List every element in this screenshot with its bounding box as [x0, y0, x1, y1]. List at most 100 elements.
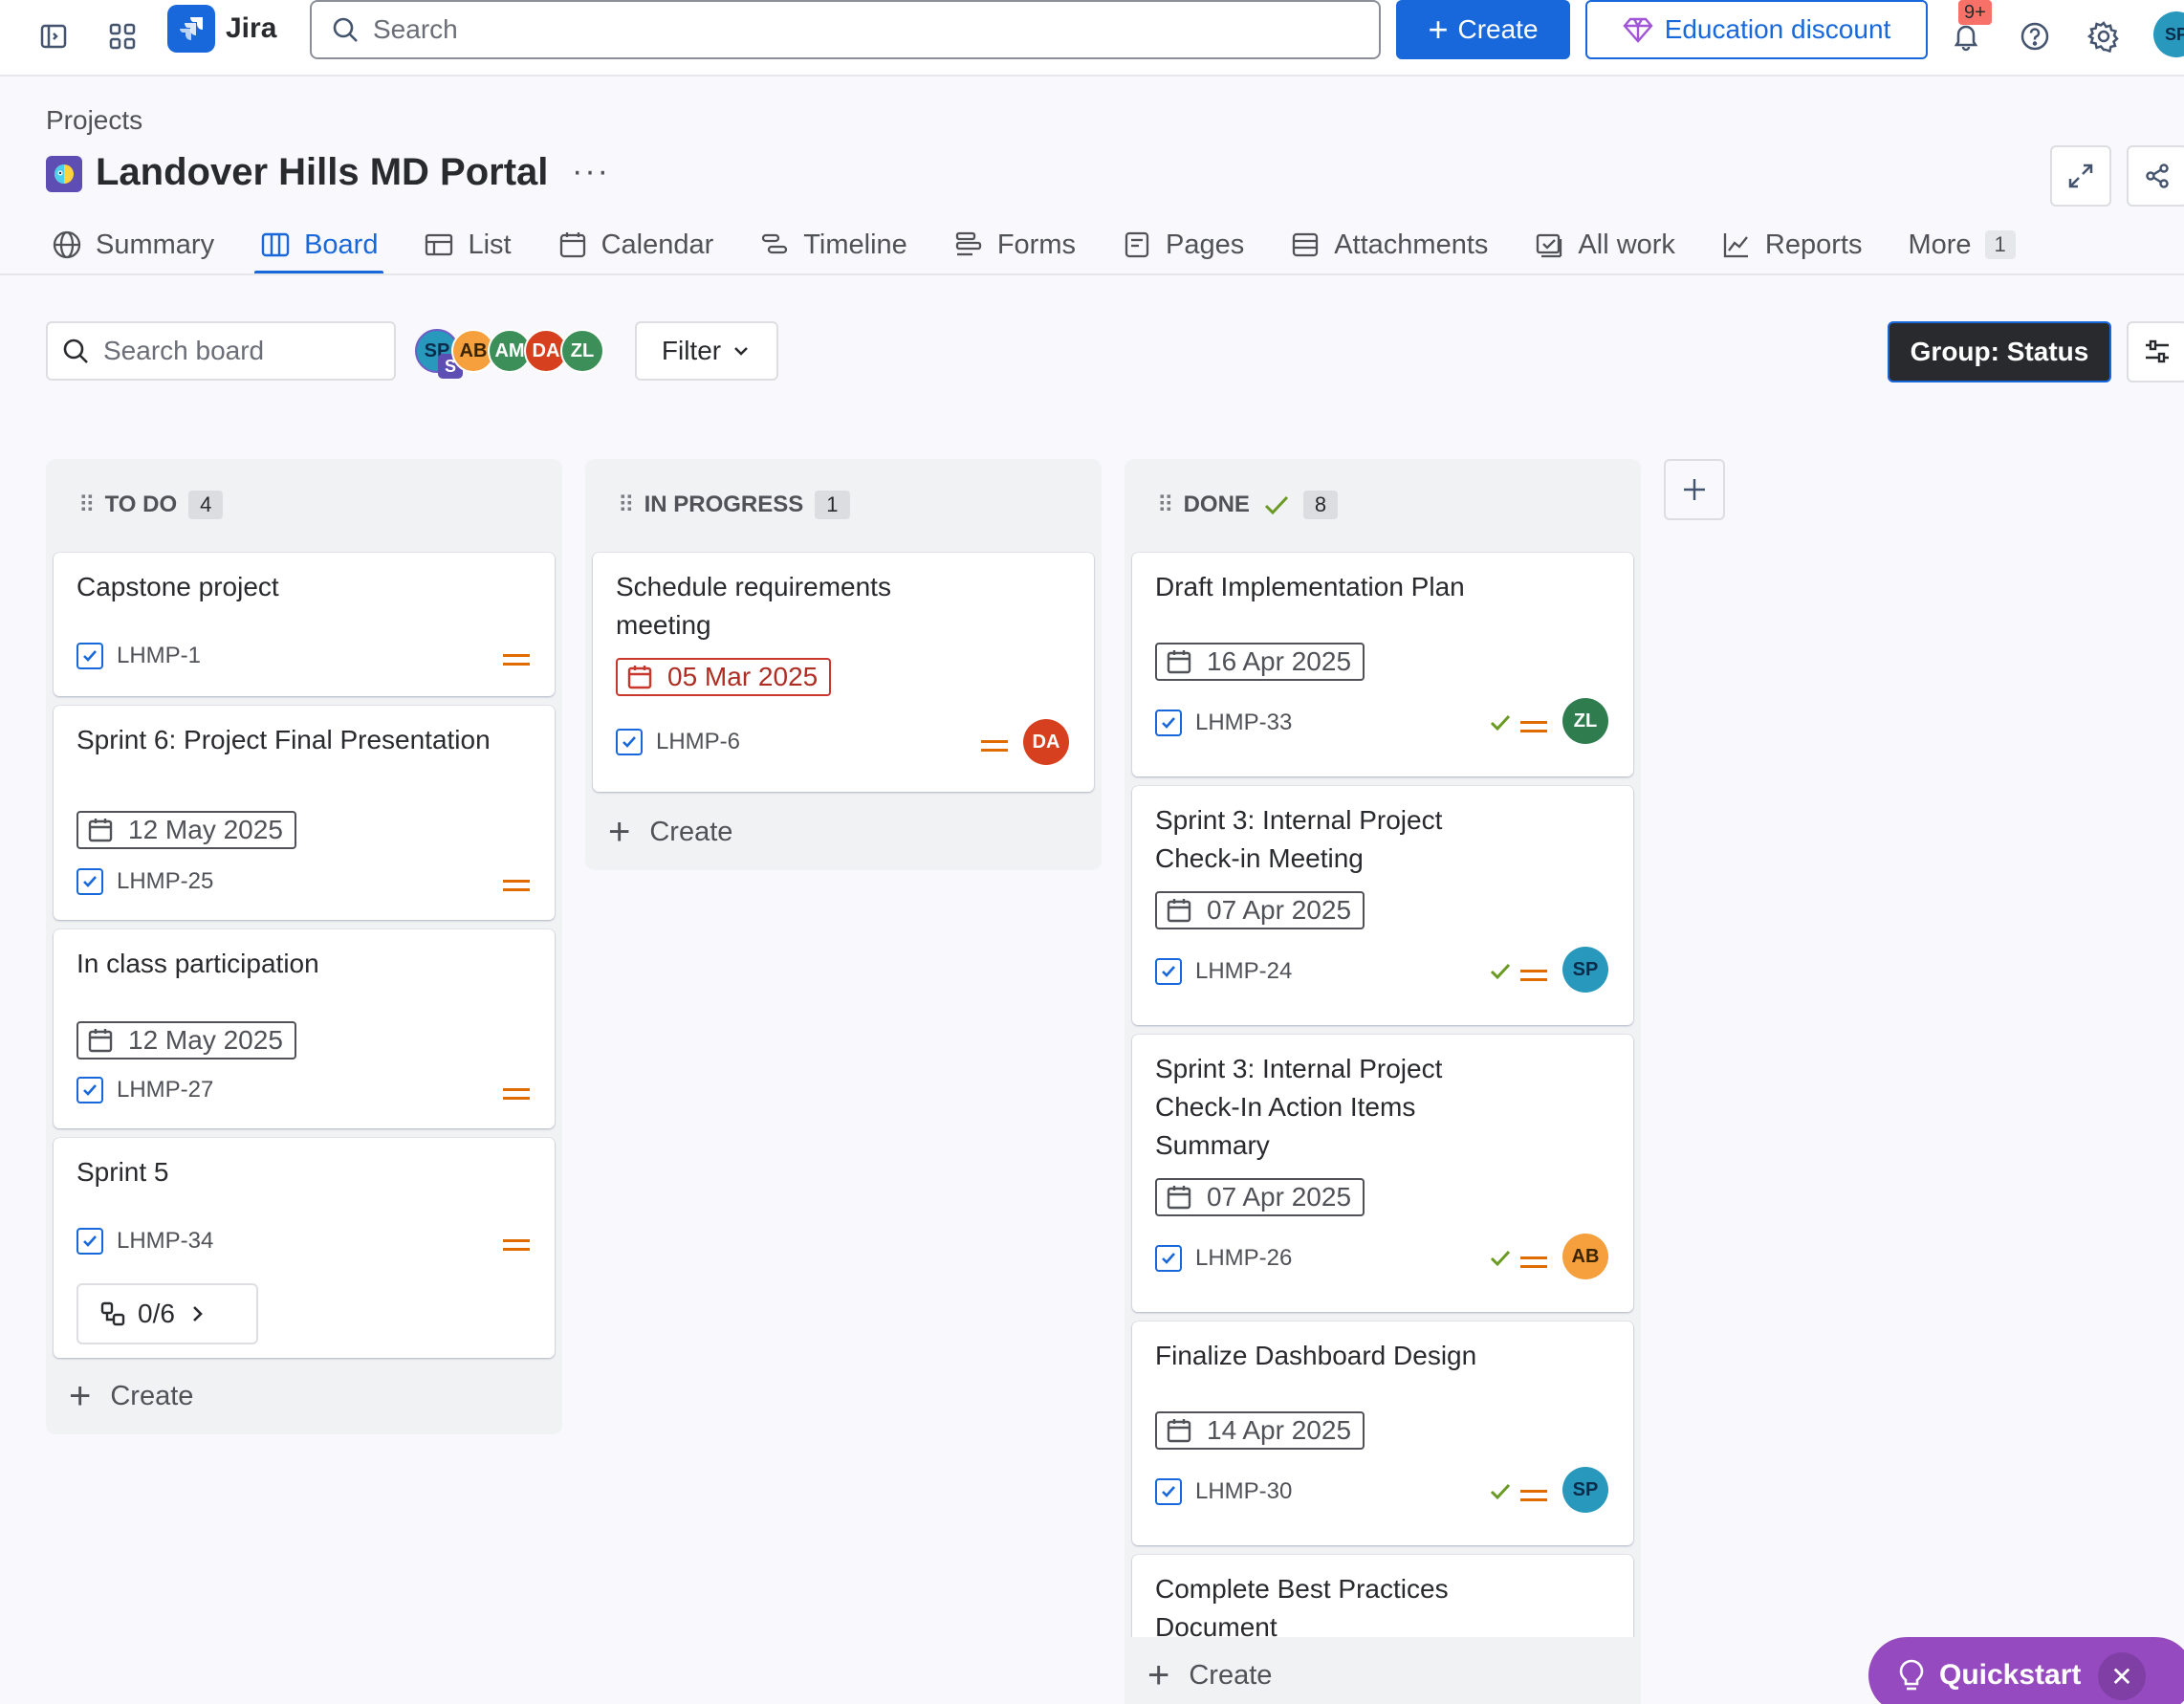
issue-card[interactable]: Capstone project LHMP-1: [54, 553, 555, 696]
filter-label: Filter: [661, 336, 722, 365]
calendar-icon: [1167, 1419, 1191, 1443]
create-label: Create: [649, 816, 733, 847]
quickstart-close-icon[interactable]: ✕: [2098, 1652, 2146, 1700]
tab-all-work[interactable]: All work: [1528, 218, 1681, 272]
attachments-icon: [1293, 232, 1319, 257]
help-icon[interactable]: [2012, 13, 2058, 59]
due-date-badge[interactable]: 12 May 2025: [76, 811, 296, 849]
card-key[interactable]: LHMP-33: [1155, 710, 1292, 736]
issue-card[interactable]: Schedule requirements meeting 05 Mar 202…: [593, 553, 1094, 792]
drag-handle-icon[interactable]: ⠿: [1157, 492, 1174, 519]
board-search-input[interactable]: Search board: [46, 321, 396, 381]
resolved-check-icon: [1490, 1483, 1511, 1500]
card-key[interactable]: LHMP-6: [616, 729, 740, 755]
tab-label: All work: [1578, 229, 1675, 260]
avatar-initials: DA: [532, 339, 560, 361]
tab-calendar[interactable]: Calendar: [552, 218, 720, 272]
card-title: Schedule requirements meeting: [616, 572, 891, 640]
assignee-avatar[interactable]: ZL: [1562, 698, 1608, 744]
create-issue-button[interactable]: + Create: [1147, 1656, 1272, 1694]
due-date-badge[interactable]: 16 Apr 2025: [1155, 643, 1365, 681]
due-date-badge[interactable]: 07 Apr 2025: [1155, 891, 1365, 929]
list-icon: [426, 233, 453, 256]
card-key[interactable]: LHMP-1: [76, 643, 201, 669]
tab-pages[interactable]: Pages: [1116, 218, 1250, 272]
view-settings-button[interactable]: [2127, 321, 2184, 382]
tab-summary[interactable]: Summary: [46, 218, 220, 272]
issue-card[interactable]: Draft Implementation Plan 16 Apr 2025 LH…: [1132, 553, 1633, 776]
create-issue-button[interactable]: + Create: [608, 813, 732, 851]
card-key[interactable]: LHMP-27: [76, 1077, 213, 1103]
card-key[interactable]: LHMP-26: [1155, 1245, 1292, 1272]
card-key[interactable]: LHMP-24: [1155, 958, 1292, 985]
assignee-avatar[interactable]: SP: [1562, 1467, 1608, 1513]
tab-attachments[interactable]: Attachments: [1284, 218, 1494, 272]
tabs-divider: [0, 273, 2184, 275]
column-count: 8: [1302, 491, 1339, 519]
assignee-avatar[interactable]: SP: [1562, 947, 1608, 993]
assignee-avatar[interactable]: DA: [1023, 719, 1069, 765]
issue-card[interactable]: Sprint 3: Internal Project Check-in Meet…: [1132, 786, 1633, 1025]
issue-card[interactable]: Sprint 3: Internal Project Check-In Acti…: [1132, 1035, 1633, 1312]
forms-icon: [955, 231, 981, 256]
create-issue-button[interactable]: + Create: [69, 1377, 193, 1415]
due-date-badge[interactable]: 12 May 2025: [76, 1021, 296, 1060]
card-key[interactable]: LHMP-25: [76, 868, 213, 895]
due-date-badge[interactable]: 07 Apr 2025: [1155, 1178, 1365, 1216]
drag-handle-icon[interactable]: ⠿: [78, 492, 96, 519]
card-key[interactable]: LHMP-30: [1155, 1478, 1292, 1505]
tab-timeline[interactable]: Timeline: [753, 218, 913, 272]
due-date-badge-overdue[interactable]: 05 Mar 2025: [616, 658, 832, 696]
avatar-filter-zl[interactable]: ZL: [560, 329, 604, 373]
breadcrumb-projects[interactable]: Projects: [46, 105, 142, 136]
board-search-placeholder: Search board: [103, 336, 265, 365]
issue-card[interactable]: Finalize Dashboard Design 14 Apr 2025 LH…: [1132, 1322, 1633, 1545]
settings-gear-icon[interactable]: [2081, 13, 2127, 59]
education-discount-label: Education discount: [1664, 14, 1891, 44]
create-button-label: Create: [1457, 14, 1539, 44]
group-by-status-button[interactable]: Group: Status: [1888, 321, 2111, 382]
drag-handle-icon[interactable]: ⠿: [618, 492, 635, 519]
tab-board[interactable]: Board: [254, 218, 384, 275]
create-button[interactable]: + Create: [1396, 0, 1570, 59]
issue-card[interactable]: Sprint 5 LHMP-34 0/6: [54, 1138, 555, 1358]
card-title: Sprint 3: Internal Project Check-in Meet…: [1155, 805, 1443, 873]
card-key-label: LHMP-25: [117, 868, 214, 894]
tab-more[interactable]: More 1: [1902, 218, 2020, 272]
tab-label: Calendar: [601, 229, 714, 260]
app-name[interactable]: Jira: [226, 12, 276, 45]
gem-icon: [1623, 17, 1653, 43]
issue-card[interactable]: Sprint 6: Project Final Presentation 12 …: [54, 706, 555, 920]
app-switcher-icon[interactable]: [99, 13, 145, 59]
due-date-label: 14 Apr 2025: [1207, 1415, 1352, 1445]
project-more-actions-button[interactable]: ···: [572, 153, 610, 190]
calendar-icon: [1167, 899, 1191, 923]
quickstart-button[interactable]: Quickstart ✕: [1868, 1637, 2184, 1704]
filter-button[interactable]: Filter: [635, 321, 778, 381]
issue-card[interactable]: In class participation 12 May 2025 LHMP-…: [54, 929, 555, 1128]
card-title: Capstone project: [76, 572, 279, 601]
tab-label: Pages: [1165, 229, 1245, 260]
quickstart-label: Quickstart: [1939, 1659, 2082, 1691]
tab-forms[interactable]: Forms: [948, 218, 1081, 272]
add-column-button[interactable]: [1664, 459, 1725, 520]
column-header[interactable]: ⠿ IN PROGRESS 1: [585, 459, 1102, 551]
column-todo: ⠿ TO DO 4 Capstone project LHMP-1 Sprint…: [46, 459, 562, 1434]
sidebar-toggle-icon[interactable]: [31, 13, 76, 59]
fullscreen-button[interactable]: [2050, 145, 2111, 207]
user-avatar[interactable]: SP: [2153, 11, 2184, 57]
global-search-input[interactable]: Search: [310, 0, 1381, 59]
column-header[interactable]: ⠿ DONE 8: [1125, 459, 1641, 551]
subtasks-button[interactable]: 0/6: [76, 1283, 258, 1344]
column-header[interactable]: ⠿ TO DO 4: [46, 459, 562, 551]
due-date-badge[interactable]: 14 Apr 2025: [1155, 1411, 1365, 1450]
share-button[interactable]: [2127, 145, 2184, 207]
education-discount-button[interactable]: Education discount: [1585, 0, 1928, 59]
jira-logo-icon[interactable]: [167, 5, 215, 53]
tab-list[interactable]: List: [418, 218, 516, 272]
globe-icon: [53, 230, 81, 259]
tab-reports[interactable]: Reports: [1715, 218, 1868, 272]
card-key[interactable]: LHMP-34: [76, 1228, 213, 1255]
assignee-avatar[interactable]: AB: [1562, 1234, 1608, 1279]
tab-more-count: 1: [1984, 230, 2016, 259]
